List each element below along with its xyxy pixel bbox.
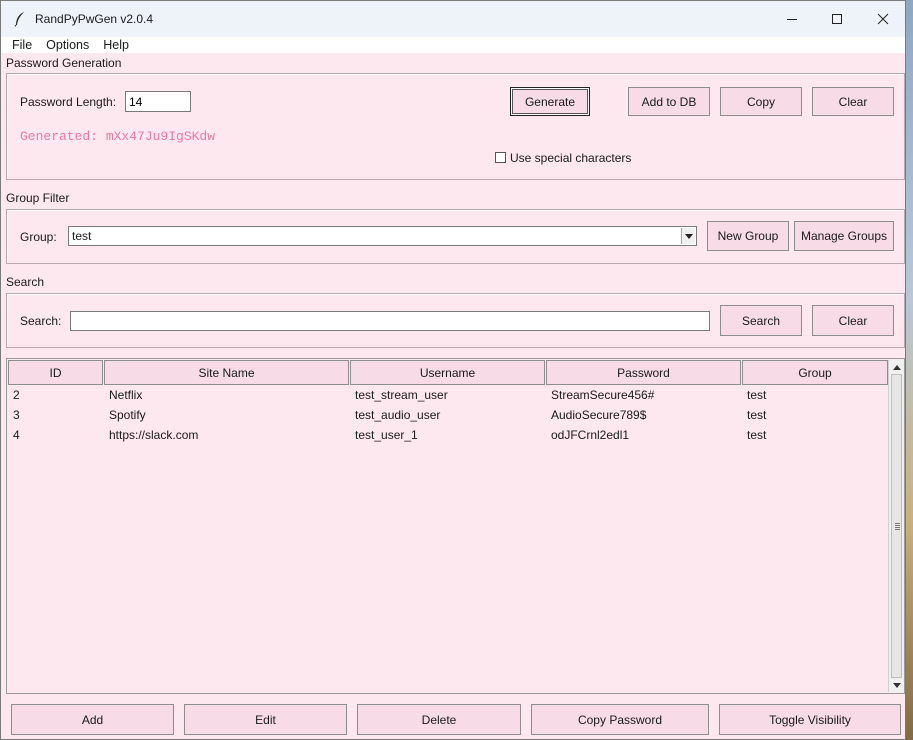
maximize-button[interactable] xyxy=(814,1,860,37)
table-header: ID Site Name Username Password Group xyxy=(8,360,889,385)
generate-button[interactable]: Generate xyxy=(510,87,590,116)
table-row[interactable]: 2 Netflix test_stream_user StreamSecure4… xyxy=(8,385,882,405)
cell-site-name: https://slack.com xyxy=(109,428,199,442)
scroll-up-arrow[interactable] xyxy=(889,360,904,374)
dropdown-arrow[interactable] xyxy=(681,228,695,244)
new-group-button[interactable]: New Group xyxy=(707,221,789,251)
feather-icon xyxy=(14,12,24,27)
scroll-down-arrow[interactable] xyxy=(889,678,904,692)
password-generation-label: Password Generation xyxy=(6,56,122,70)
cell-username: test_stream_user xyxy=(355,388,448,402)
grip-line xyxy=(895,523,900,524)
delete-button[interactable]: Delete xyxy=(357,704,521,735)
cell-site-name: Netflix xyxy=(109,388,143,402)
edit-button[interactable]: Edit xyxy=(184,704,347,735)
caret-up-icon xyxy=(892,364,901,370)
copy-button[interactable]: Copy xyxy=(720,87,802,116)
cell-password: StreamSecure456# xyxy=(551,388,655,402)
toggle-visibility-button[interactable]: Toggle Visibility xyxy=(719,704,901,735)
column-header-password[interactable]: Password xyxy=(546,360,741,385)
special-chars-checkbox[interactable] xyxy=(495,152,506,163)
special-chars-label[interactable]: Use special characters xyxy=(510,151,631,165)
table-row[interactable]: 3 Spotify test_audio_user AudioSecure789… xyxy=(8,405,882,425)
window-title: RandPyPwGen v2.0.4 xyxy=(35,12,154,26)
cell-site-name: Spotify xyxy=(109,408,146,422)
close-button[interactable] xyxy=(860,1,905,37)
cell-username: test_audio_user xyxy=(355,408,441,422)
close-icon xyxy=(877,13,889,25)
group-select[interactable]: test xyxy=(68,226,697,246)
generated-password-text: Generated: mXx47Ju9IgSKdw xyxy=(20,129,216,144)
grip-line xyxy=(895,529,900,530)
minimize-button[interactable] xyxy=(769,1,815,37)
entries-table[interactable]: ID Site Name Username Password Group 2 N… xyxy=(6,358,905,694)
chevron-down-icon xyxy=(684,233,693,239)
cell-id: 3 xyxy=(13,408,20,422)
manage-groups-button[interactable]: Manage Groups xyxy=(794,221,894,251)
cell-group: test xyxy=(747,408,767,422)
table-scrollbar[interactable] xyxy=(888,360,903,692)
copy-password-button[interactable]: Copy Password xyxy=(531,704,709,735)
group-filter-label: Group Filter xyxy=(6,191,70,205)
scrollbar-thumb[interactable] xyxy=(891,374,902,678)
password-length-label: Password Length: xyxy=(20,95,117,109)
table-row[interactable]: 4 https://slack.com test_user_1 odJFCrnl… xyxy=(8,425,882,445)
search-input[interactable] xyxy=(70,311,710,331)
password-length-input[interactable] xyxy=(125,91,191,112)
maximize-icon xyxy=(832,14,842,24)
app-window: RandPyPwGen v2.0.4 File Options Help Pas… xyxy=(0,0,906,740)
title-bar: RandPyPwGen v2.0.4 xyxy=(1,1,905,37)
grip-line xyxy=(895,527,900,528)
cell-id: 2 xyxy=(13,388,20,402)
menu-bar: File Options Help xyxy=(1,37,905,53)
menu-options[interactable]: Options xyxy=(46,38,89,52)
caret-down-icon xyxy=(892,682,901,688)
cell-id: 4 xyxy=(13,428,20,442)
menu-help[interactable]: Help xyxy=(103,38,129,52)
cell-group: test xyxy=(747,388,767,402)
search-label: Search: xyxy=(20,314,62,328)
cell-username: test_user_1 xyxy=(355,428,418,442)
grip-line xyxy=(895,525,900,526)
add-to-db-button[interactable]: Add to DB xyxy=(628,87,710,116)
cell-password: AudioSecure789$ xyxy=(551,408,647,422)
column-header-id[interactable]: ID xyxy=(8,360,103,385)
column-header-username[interactable]: Username xyxy=(350,360,545,385)
cell-group: test xyxy=(747,428,767,442)
menu-file[interactable]: File xyxy=(12,38,32,52)
minimize-icon xyxy=(787,19,797,20)
column-header-group[interactable]: Group xyxy=(742,360,888,385)
search-section-label: Search xyxy=(6,275,45,289)
add-button[interactable]: Add xyxy=(11,704,174,735)
column-header-site-name[interactable]: Site Name xyxy=(104,360,349,385)
clear-search-button[interactable]: Clear xyxy=(812,305,894,336)
group-select-value: test xyxy=(72,229,92,243)
clear-generated-button[interactable]: Clear xyxy=(812,87,894,116)
cell-password: odJFCrnl2edl1 xyxy=(551,428,630,442)
group-label: Group: xyxy=(20,230,57,244)
search-button[interactable]: Search xyxy=(720,305,802,336)
